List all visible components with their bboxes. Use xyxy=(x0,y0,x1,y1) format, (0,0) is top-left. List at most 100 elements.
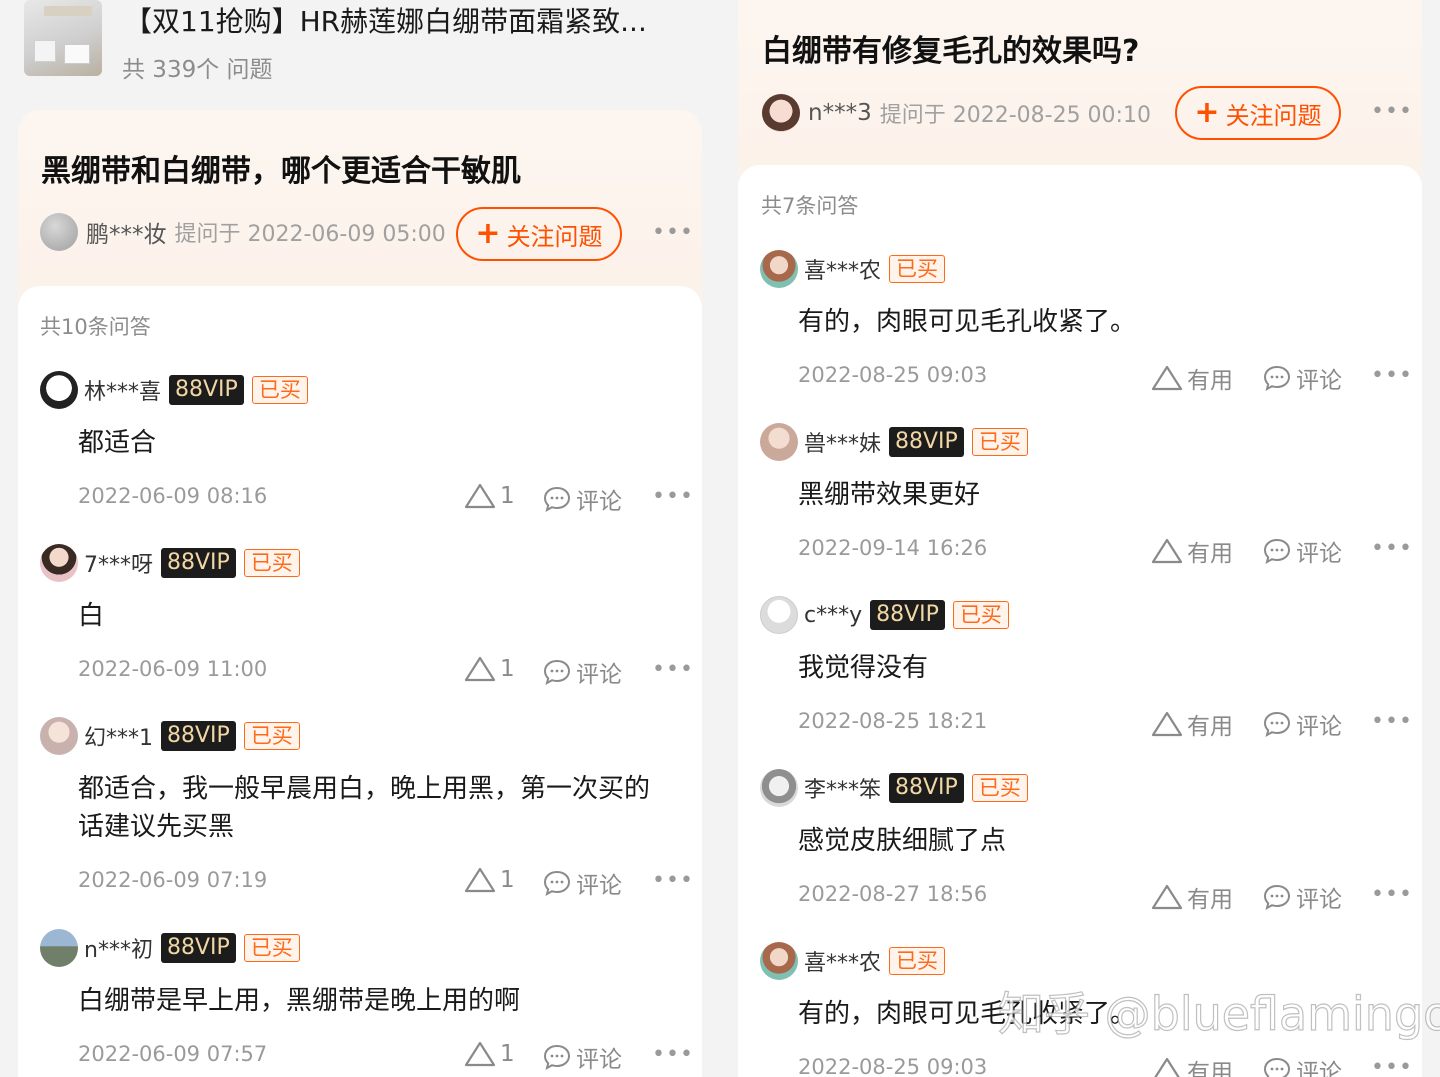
useful-button[interactable]: 1 xyxy=(464,1040,515,1068)
comment-label: 评论 xyxy=(576,489,622,515)
product-title[interactable]: 【双11抢购】HR赫莲娜白绷带面霜紧致... xyxy=(124,0,647,40)
more-dots-icon[interactable]: ••• xyxy=(1371,536,1413,561)
avatar[interactable] xyxy=(40,213,78,251)
comment-button[interactable]: 评论 xyxy=(1262,707,1342,741)
more-dots-icon[interactable]: ••• xyxy=(1371,709,1413,734)
triangle-icon xyxy=(464,483,496,509)
asker-name: 鹏***妆 xyxy=(86,222,167,248)
useful-button[interactable]: 有用 xyxy=(1151,880,1233,914)
answer-text: 都适合，我一般早晨用白，晚上用黑，第一次买的话建议先买黑 xyxy=(78,774,651,842)
comment-label: 评论 xyxy=(576,873,622,899)
more-dots-icon[interactable]: ••• xyxy=(1371,882,1413,907)
useful-button[interactable]: 有用 xyxy=(1151,361,1233,395)
comment-bubble-icon xyxy=(1263,1057,1291,1077)
more-dots-icon[interactable]: ••• xyxy=(652,484,694,509)
comment-button[interactable]: 评论 xyxy=(542,866,622,900)
answer-item: 李***笨 88VIP 已买 感觉皮肤细腻了点 2022-08-27 18:56… xyxy=(738,768,1422,918)
more-dots-icon[interactable]: ••• xyxy=(652,220,694,245)
useful-label: 有用 xyxy=(1187,1060,1233,1077)
watermark: 知乎 @blueflamingo xyxy=(997,986,1440,1041)
useful-button[interactable]: 有用 xyxy=(1151,1053,1233,1077)
comment-bubble-icon xyxy=(543,486,571,513)
comment-button[interactable]: 评论 xyxy=(1262,880,1342,914)
answer-item: n***初 88VIP 已买 白绷带是早上用，黑绷带是晚上用的啊 2022-06… xyxy=(18,928,702,1077)
more-dots-icon[interactable]: ••• xyxy=(652,868,694,893)
question-title: 黑绷带和白绷带，哪个更适合干敏肌 xyxy=(41,154,521,189)
follow-label: 关注问题 xyxy=(506,222,603,251)
comment-label: 评论 xyxy=(1296,368,1342,394)
triangle-icon xyxy=(464,867,496,893)
answer-item: 幻***1 88VIP 已买 都适合，我一般早晨用白，晚上用黑，第一次买的话建议… xyxy=(18,716,702,906)
comment-label: 评论 xyxy=(576,1047,622,1073)
comment-bubble-icon xyxy=(1263,711,1291,738)
avatar[interactable] xyxy=(40,371,78,409)
follow-question-button[interactable]: + 关注问题 xyxy=(1175,86,1341,140)
useful-count: 1 xyxy=(500,483,515,509)
avatar[interactable] xyxy=(40,929,78,967)
answer-text: 感觉皮肤细腻了点 xyxy=(798,826,1007,856)
comment-button[interactable]: 评论 xyxy=(1262,361,1342,395)
useful-label: 有用 xyxy=(1187,887,1233,913)
asked-time: 提问于 2022-08-25 00:10 xyxy=(879,103,1151,128)
more-dots-icon[interactable]: ••• xyxy=(652,657,694,682)
comment-button[interactable]: 评论 xyxy=(542,655,622,689)
avatar[interactable] xyxy=(760,423,798,461)
useful-count: 1 xyxy=(500,656,515,682)
useful-button[interactable]: 有用 xyxy=(1151,707,1233,741)
answer-text: 都适合 xyxy=(78,428,157,458)
useful-label: 有用 xyxy=(1187,368,1233,394)
triangle-icon xyxy=(1154,1057,1180,1077)
vip-badge: 88VIP xyxy=(889,773,964,803)
vip-badge: 88VIP xyxy=(889,427,964,457)
answer-date: 2022-09-14 16:26 xyxy=(798,536,988,560)
bought-badge: 已买 xyxy=(971,774,1028,802)
comment-button[interactable]: 评论 xyxy=(1262,534,1342,568)
user-name: 林***喜 xyxy=(84,380,162,405)
answer-date: 2022-08-25 09:03 xyxy=(798,1055,988,1077)
avatar[interactable] xyxy=(760,942,798,980)
comment-button[interactable]: 评论 xyxy=(542,482,622,516)
more-dots-icon[interactable]: ••• xyxy=(652,1042,694,1067)
comment-button[interactable]: 评论 xyxy=(1262,1053,1342,1077)
answer-text: 有的，肉眼可见毛孔收紧了。 xyxy=(798,307,1137,337)
comment-bubble-icon xyxy=(1263,365,1291,392)
answer-date: 2022-06-09 07:57 xyxy=(78,1042,268,1066)
triangle-icon xyxy=(1151,365,1183,391)
more-dots-icon[interactable]: ••• xyxy=(1371,1055,1413,1077)
avatar[interactable] xyxy=(40,717,78,755)
follow-question-button[interactable]: + 关注问题 xyxy=(456,207,622,261)
bought-badge: 已买 xyxy=(889,947,946,975)
avatar[interactable] xyxy=(760,769,798,807)
triangle-icon xyxy=(464,1041,496,1067)
useful-button[interactable]: 1 xyxy=(464,482,515,510)
product-thumbnail[interactable] xyxy=(24,0,102,76)
triangle-icon xyxy=(464,656,496,682)
useful-button[interactable]: 1 xyxy=(464,655,515,683)
answer-date: 2022-06-09 08:16 xyxy=(78,484,268,508)
bought-badge: 已买 xyxy=(243,722,300,750)
bought-badge: 已买 xyxy=(243,549,300,577)
comment-bubble-icon xyxy=(543,659,571,686)
comment-label: 评论 xyxy=(1296,887,1342,913)
useful-button[interactable]: 有用 xyxy=(1151,534,1233,568)
bought-badge: 已买 xyxy=(889,255,946,283)
answer-count: 共10条问答 xyxy=(40,315,151,339)
answer-item: 林***喜 88VIP 已买 都适合 2022-06-09 08:16 1 评论… xyxy=(18,370,702,520)
more-dots-icon[interactable]: ••• xyxy=(1371,99,1413,124)
avatar[interactable] xyxy=(762,94,800,132)
comment-button[interactable]: 评论 xyxy=(542,1040,622,1074)
product-header[interactable]: 【双11抢购】HR赫莲娜白绷带面霜紧致... 共 339个 问题 xyxy=(24,0,704,90)
more-dots-icon[interactable]: ••• xyxy=(1371,363,1413,388)
bought-badge: 已买 xyxy=(243,934,300,962)
comment-bubble-icon xyxy=(543,870,571,897)
answer-date: 2022-08-25 09:03 xyxy=(798,363,988,387)
question-header: 黑绷带和白绷带，哪个更适合干敏肌 鹏***妆 提问于 2022-06-09 05… xyxy=(18,110,702,310)
answer-date: 2022-06-09 07:19 xyxy=(78,868,268,892)
comment-label: 评论 xyxy=(1296,714,1342,740)
useful-button[interactable]: 1 xyxy=(464,866,515,894)
avatar[interactable] xyxy=(760,596,798,634)
avatar[interactable] xyxy=(760,250,798,288)
avatar[interactable] xyxy=(40,544,78,582)
user-name: 兽***妹 xyxy=(804,432,882,457)
vip-badge: 88VIP xyxy=(870,600,945,630)
